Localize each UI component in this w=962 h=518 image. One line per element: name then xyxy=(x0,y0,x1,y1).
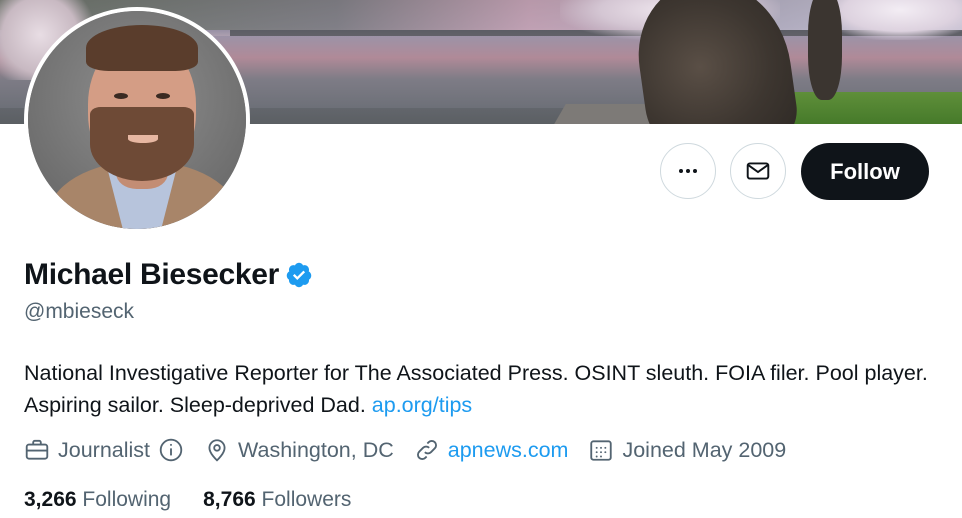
avatar-eye xyxy=(156,93,170,99)
calendar-icon xyxy=(590,440,613,461)
profession-text: Journalist xyxy=(58,437,151,462)
website-link[interactable]: apnews.com xyxy=(448,438,569,463)
verified-badge-icon xyxy=(286,262,312,288)
location-item: Washington, DC xyxy=(204,437,394,463)
banner-tree xyxy=(808,0,842,100)
following-label: Following xyxy=(82,488,172,511)
location-pin-icon xyxy=(208,439,226,462)
briefcase-icon xyxy=(25,439,49,460)
profile-meta: Journalist Washington, DC apnews.com Joi… xyxy=(24,437,806,463)
website-item: apnews.com xyxy=(414,437,569,463)
link-icon xyxy=(416,440,437,460)
profile-name: Michael Biesecker xyxy=(24,258,280,291)
follow-button[interactable]: Follow xyxy=(801,143,929,200)
more-horizontal-icon xyxy=(679,169,697,173)
bio-link[interactable]: ap.org/tips xyxy=(372,393,472,417)
location-text: Washington, DC xyxy=(238,437,394,462)
avatar-hair xyxy=(86,25,198,71)
avatar-eye xyxy=(114,93,128,99)
more-options-button[interactable] xyxy=(660,143,716,199)
followers-label: Followers xyxy=(261,488,352,511)
profile-handle: @mbieseck xyxy=(24,300,135,323)
envelope-icon xyxy=(746,162,770,180)
following-count: 3,266 xyxy=(24,488,77,511)
joined-text: Joined May 2009 xyxy=(622,437,787,462)
joined-item: Joined May 2009 xyxy=(588,437,786,463)
profile-name-row: Michael Biesecker xyxy=(24,258,313,292)
profile-bio: National Investigative Reporter for The … xyxy=(24,357,944,421)
info-icon[interactable] xyxy=(158,437,184,463)
avatar-beard xyxy=(90,107,194,181)
followers-link[interactable]: 8,766 Followers xyxy=(203,488,351,512)
avatar[interactable] xyxy=(24,7,250,233)
message-button[interactable] xyxy=(730,143,786,199)
profession-item: Journalist xyxy=(24,437,184,463)
followers-count: 8,766 xyxy=(203,488,256,511)
avatar-mouth xyxy=(128,135,158,143)
following-link[interactable]: 3,266 Following xyxy=(24,488,171,512)
profile-stats: 3,266 Following 8,766 Followers xyxy=(24,488,383,512)
bio-text: National Investigative Reporter for The … xyxy=(24,361,928,417)
